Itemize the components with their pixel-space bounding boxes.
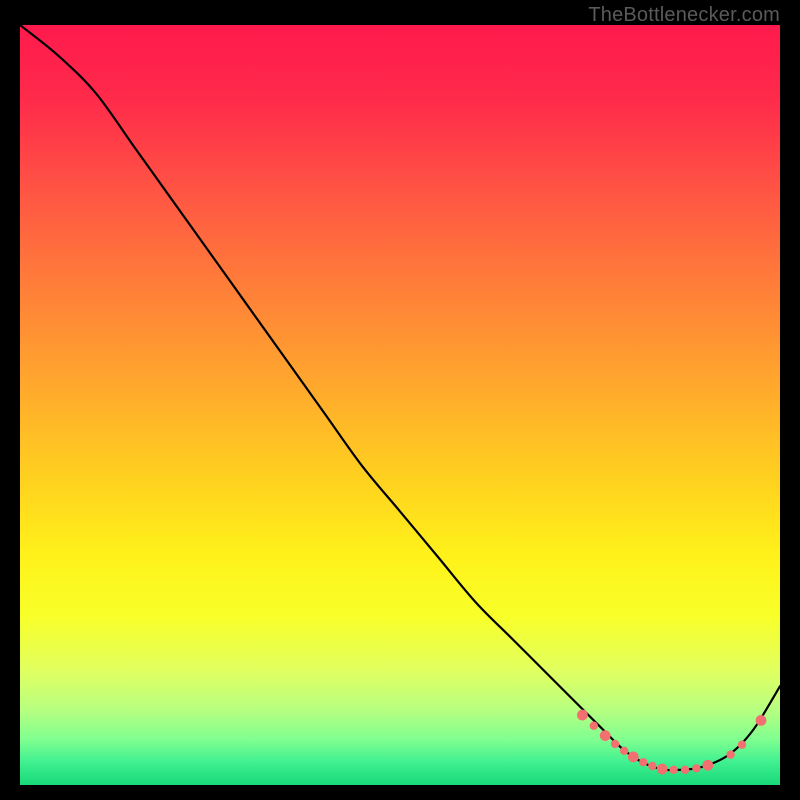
sample-point [692,764,700,772]
sample-point [628,751,639,762]
sample-point [669,766,677,774]
sample-point [738,741,746,749]
attribution-label: TheBottlenecker.com [588,4,780,27]
chart-svg [20,25,780,785]
sample-point [702,760,713,771]
sample-point [577,710,588,721]
sample-point [620,747,628,755]
sample-point [639,758,647,766]
sample-point [681,766,689,774]
sample-point [756,715,767,726]
sample-point [590,722,598,730]
sample-point [648,762,656,770]
sample-point [600,730,611,741]
plot-area [20,25,780,785]
sample-point [657,764,668,775]
chart-stage: TheBottlenecker.com [0,0,800,800]
sample-point [726,750,734,758]
sample-point [611,740,619,748]
gradient-background [20,25,780,785]
